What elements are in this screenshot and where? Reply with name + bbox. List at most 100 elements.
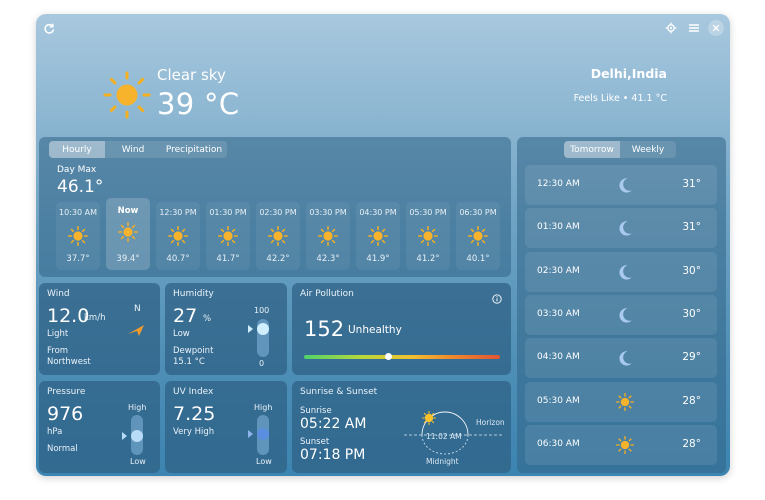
air-quality-scale — [304, 355, 500, 359]
dewpoint-value: 15.1 °C — [173, 357, 205, 367]
sun-title: Sunrise & Sunset — [300, 387, 378, 397]
humidity-scale-max: 100 — [254, 306, 270, 315]
pressure-desc: Normal — [47, 444, 78, 454]
current-condition: Clear sky — [157, 66, 226, 84]
sun-icon — [417, 225, 439, 247]
location-target-icon[interactable] — [662, 19, 680, 37]
hourly-item: 10:30 AM 37.7° — [56, 202, 100, 270]
air-quality-value: 152 — [304, 317, 345, 341]
wind-direction-arrow-icon — [125, 316, 149, 340]
uv-desc: Very High — [173, 427, 215, 437]
wind-desc: Light — [47, 329, 69, 339]
midnight-label: Midnight — [426, 457, 459, 466]
hourly-temp: 42.3° — [316, 254, 340, 264]
forecast-temp: 30° — [682, 264, 701, 277]
hourly-temp: 41.2° — [416, 254, 440, 264]
humidity-value: 27 — [173, 305, 198, 327]
close-icon[interactable] — [708, 20, 724, 36]
moon-icon — [615, 218, 635, 238]
wind-unit: km/h — [84, 313, 106, 323]
forecast-time: 05:30 AM — [537, 395, 580, 406]
sunset-time: 07:18 PM — [300, 447, 366, 463]
forecast-time: 12:30 AM — [537, 179, 580, 189]
pressure-card: Pressure 976 hPa Normal High Low — [39, 381, 160, 473]
wind-from-label: From — [47, 346, 69, 356]
moon-icon — [615, 262, 635, 282]
sunset-label: Sunset — [300, 437, 330, 447]
humidity-card: Humidity 27 % Low Dewpoint 15.1 °C 100 0 — [165, 283, 287, 375]
forecast-time: 01:30 AM — [537, 222, 580, 233]
hourly-temp: 40.7° — [166, 254, 190, 264]
forecast-time: 03:30 AM — [537, 308, 580, 319]
tab-wind[interactable]: Wind — [105, 141, 161, 158]
moon-icon — [615, 305, 635, 325]
sunrise-label: Sunrise — [300, 406, 332, 416]
humidity-title: Humidity — [173, 289, 214, 299]
hourly-item: 01:30 PM 41.7° — [206, 202, 250, 270]
uv-gauge-knob — [257, 427, 269, 440]
tab-tomorrow[interactable]: Tomorrow — [564, 141, 620, 158]
feels-like: Feels Like • 41.1 °C — [573, 93, 667, 104]
hourly-time: 02:30 PM — [259, 208, 297, 217]
day-max-value: 46.1° — [57, 177, 104, 197]
hourly-item: 06:30 PM 40.1° — [456, 202, 500, 270]
tab-hourly[interactable]: Hourly — [49, 141, 105, 158]
hourly-item: 03:30 PM 42.3° — [306, 202, 350, 270]
hourly-time: 12:30 PM — [159, 208, 197, 217]
hourly-time: 04:30 PM — [359, 208, 397, 217]
pressure-value: 976 — [47, 403, 84, 425]
hourly-temp: 42.2° — [266, 254, 290, 264]
dewpoint-label: Dewpoint — [173, 346, 214, 356]
tab-precipitation[interactable]: Precipitation — [161, 141, 227, 158]
forecast-temp: 30° — [682, 307, 701, 320]
sun-icon — [317, 225, 339, 247]
wind-from-value: Northwest — [47, 357, 91, 367]
uv-gauge-marker — [248, 429, 253, 438]
pressure-scale-high: High — [128, 403, 147, 412]
hourly-time: 10:30 AM — [59, 208, 97, 217]
sunrise-sunset-card: Sunrise & Sunset Sunrise 05:22 AM Sunset… — [292, 381, 511, 473]
sun-icon — [217, 225, 239, 247]
forecast-time: 06:30 AM — [537, 438, 580, 449]
tab-weekly[interactable]: Weekly — [620, 141, 676, 158]
sun-icon — [102, 70, 152, 120]
pressure-gauge-marker — [122, 432, 127, 441]
uv-scale-high: High — [254, 403, 273, 412]
pressure-title: Pressure — [47, 387, 86, 397]
forecast-tabs: Tomorrow Weekly — [564, 141, 676, 158]
hourly-item: 05:30 PM 41.2° — [406, 202, 450, 270]
info-icon[interactable] — [492, 289, 502, 304]
hourly-time: Now — [117, 206, 139, 216]
current-temperature: 39 °C — [157, 87, 240, 121]
wind-speed: 12.0 — [47, 305, 90, 327]
forecast-row: 02:30 AM 30° — [525, 251, 717, 292]
sun-icon — [615, 392, 635, 412]
forecast-temp: 31° — [682, 178, 701, 190]
forecast-row: 05:30 AM 28° — [525, 381, 717, 422]
solar-noon-time: 11:02 AM — [426, 432, 462, 441]
hourly-item: 04:30 PM 41.9° — [356, 202, 400, 270]
humidity-desc: Low — [173, 329, 190, 339]
forecast-temp: 31° — [682, 221, 701, 234]
humidity-scale-min: 0 — [259, 359, 265, 368]
humidity-unit: % — [203, 314, 212, 324]
humidity-gauge-marker — [248, 325, 253, 334]
hourly-item: Now 39.4° — [106, 198, 150, 270]
sun-icon — [167, 225, 189, 247]
wind-title: Wind — [47, 289, 70, 299]
weather-window: Clear sky 39 °C Delhi,India Feels Like •… — [36, 14, 730, 476]
hourly-temp: 37.7° — [66, 254, 90, 264]
location-name: Delhi,India — [590, 66, 667, 81]
hourly-time: 05:30 PM — [409, 208, 447, 217]
uv-value: 7.25 — [173, 403, 216, 425]
forecast-temp: 28° — [682, 394, 701, 407]
moon-icon — [615, 175, 635, 195]
hamburger-menu-icon[interactable] — [685, 19, 703, 37]
sun-icon — [117, 221, 139, 243]
refresh-icon[interactable] — [40, 20, 58, 38]
sunrise-time: 05:22 AM — [300, 416, 367, 432]
forecast-row: 01:30 AM 31° — [525, 208, 717, 249]
forecast-temp: 29° — [682, 351, 701, 364]
hourly-item: 12:30 PM 40.7° — [156, 202, 200, 270]
forecast-time: 02:30 AM — [537, 265, 580, 276]
